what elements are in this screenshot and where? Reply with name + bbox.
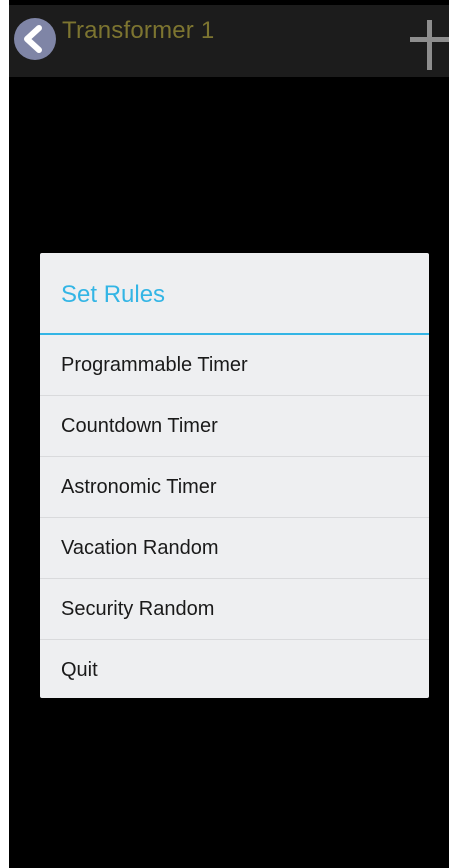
page-title: Transformer 1	[62, 17, 215, 44]
menu-item-astronomic-timer[interactable]: Astronomic Timer	[40, 457, 429, 518]
dialog-header: Set Rules	[40, 253, 429, 335]
chevron-left-circle-icon	[14, 18, 56, 60]
menu-item-quit[interactable]: Quit	[40, 640, 429, 700]
back-button[interactable]	[11, 15, 59, 63]
menu-item-programmable-timer[interactable]: Programmable Timer	[40, 335, 429, 396]
menu-item-vacation-random[interactable]: Vacation Random	[40, 518, 429, 579]
app-bar: Transformer 1	[9, 5, 449, 77]
add-button[interactable]	[407, 17, 449, 70]
app-screen: Transformer 1 Set Rules Programmable Tim…	[9, 0, 449, 868]
menu-item-countdown-timer[interactable]: Countdown Timer	[40, 396, 429, 457]
menu-item-security-random[interactable]: Security Random	[40, 579, 429, 640]
set-rules-dialog: Set Rules Programmable Timer Countdown T…	[40, 253, 429, 698]
dialog-title: Set Rules	[61, 281, 166, 308]
rules-menu: Programmable Timer Countdown Timer Astro…	[40, 335, 429, 700]
